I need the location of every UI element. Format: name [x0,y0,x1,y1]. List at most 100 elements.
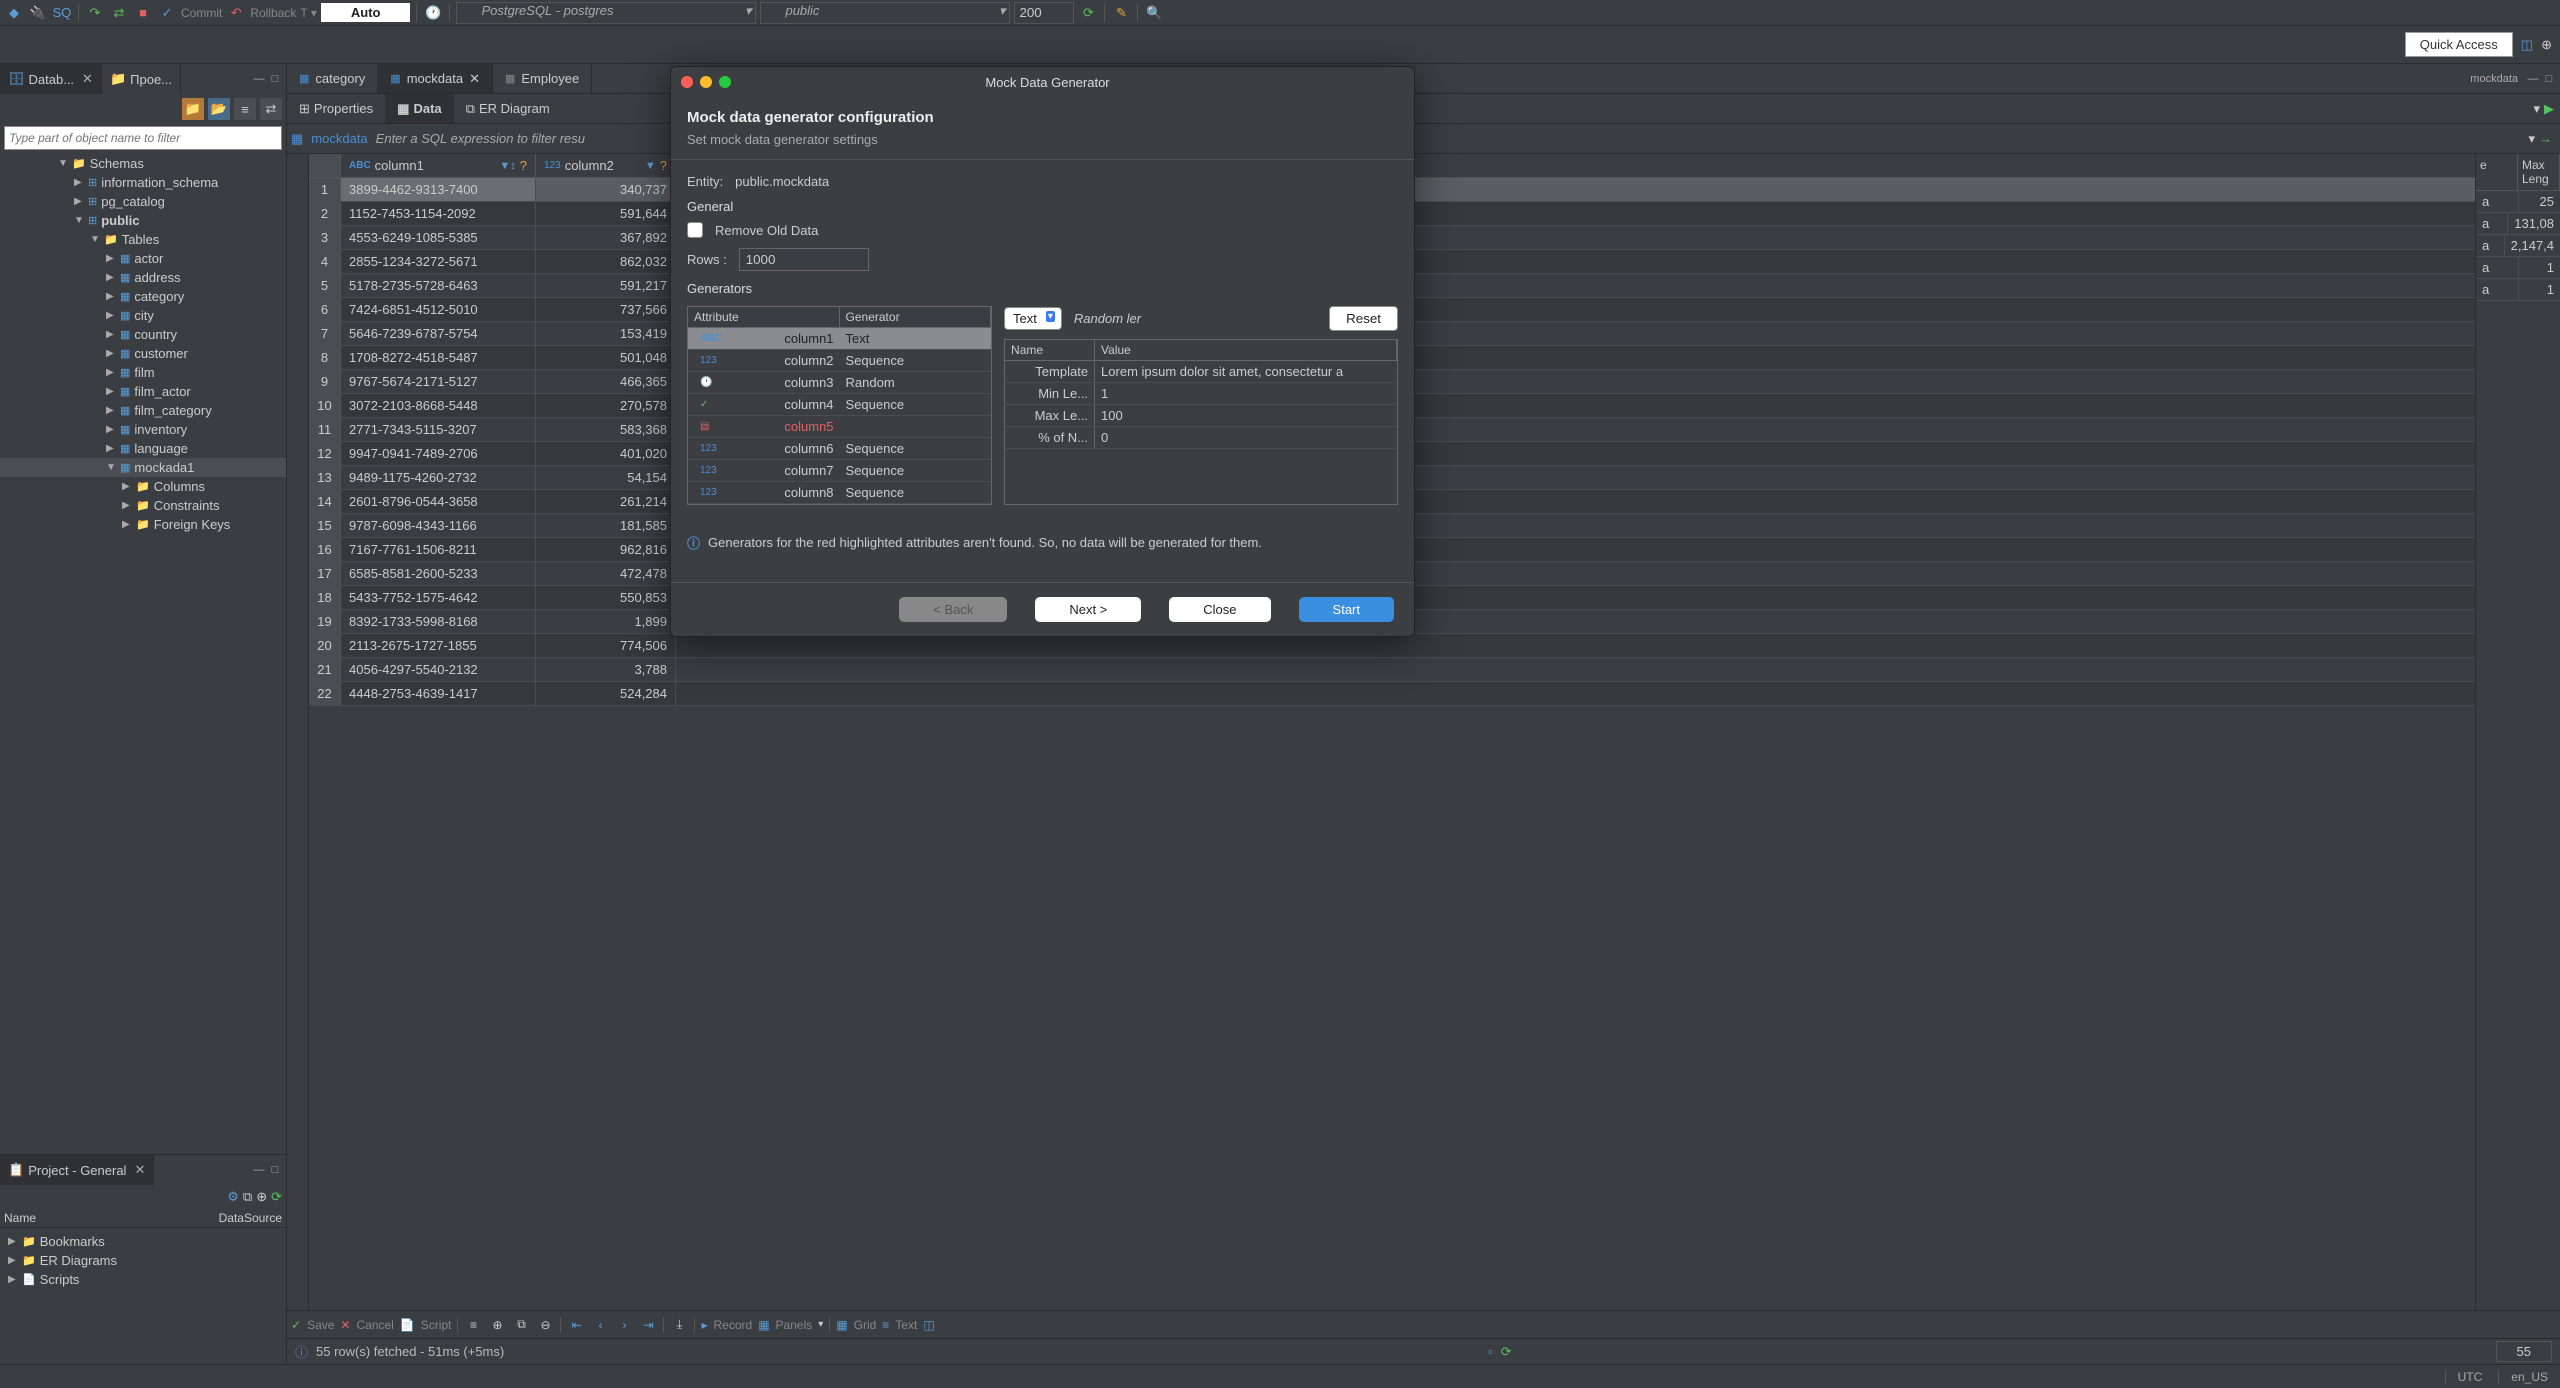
tree-pg-catalog[interactable]: ▶⊞pg_catalog [0,192,286,211]
new-conn-icon[interactable]: ◆ [4,3,24,23]
table-row[interactable]: 224448-2753-4639-1417524,284 [309,682,2475,706]
tree-table-actor[interactable]: ▶▦actor [0,249,286,268]
generator-row-column8[interactable]: 123column8Sequence [688,482,991,504]
refresh-icon2[interactable]: ⟳ [271,1189,282,1205]
rollback-label[interactable]: Rollback [250,6,296,20]
stop-icon[interactable]: ■ [133,3,153,23]
commit-icon[interactable]: ✓ [157,3,177,23]
copy-icon[interactable]: ⧉ [243,1189,252,1205]
proj-scripts[interactable]: ▶📄Scripts [4,1270,282,1289]
rows-input[interactable] [739,248,869,271]
dup-row-icon[interactable]: ⧉ [512,1316,530,1334]
generators-table[interactable]: Attribute Generator ABCcolumn1Text123col… [687,306,992,505]
add-row-icon[interactable]: ⊕ [488,1316,506,1334]
panels-icon[interactable]: ▦ [758,1318,769,1332]
generator-row-column3[interactable]: 🕐column3Random [688,372,991,394]
tab-category[interactable]: ▦category [287,64,378,93]
add-icon[interactable]: ⊕ [256,1189,267,1205]
schema-select[interactable]: public▾ [760,2,1010,24]
subtab-er[interactable]: ⧉ER Diagram [454,94,562,123]
back-button[interactable]: < Back [899,597,1007,622]
tree-table-customer[interactable]: ▶▦customer [0,344,286,363]
connection-select[interactable]: PostgreSQL - postgres▾ [456,2,756,24]
tree-info-schema[interactable]: ▶⊞information_schema [0,173,286,192]
column-header-2[interactable]: 123column2▼? [536,154,676,177]
proj-erdiagrams[interactable]: ▶📁ER Diagrams [4,1251,282,1270]
grid-vertical-tab[interactable] [287,154,309,1310]
generator-row-column4[interactable]: ✓column4Sequence [688,394,991,416]
maximize-icon[interactable]: □ [2542,72,2556,86]
tree-table-language[interactable]: ▶▦language [0,439,286,458]
tree-fkeys[interactable]: ▶📁Foreign Keys [0,515,286,534]
tree-table-category[interactable]: ▶▦category [0,287,286,306]
project-tab[interactable]: 📁 Прое... [102,64,181,94]
align-icon[interactable]: ≡ [464,1316,482,1334]
refresh-icon[interactable]: ⟳ [1078,3,1098,23]
tx-icon[interactable]: ⇄ [109,3,129,23]
prop-row[interactable]: Max Le...100 [1005,405,1397,427]
prev-icon[interactable]: ‹ [591,1316,609,1334]
text-icon[interactable]: ≡ [882,1318,889,1332]
perspective-db-icon[interactable]: ◫ [2521,37,2533,53]
project-panel-tab[interactable]: 📋 Project - General ✕ [0,1155,154,1185]
link-icon[interactable]: ⇄ [260,98,282,120]
tree-schemas[interactable]: ▼📁Schemas [0,154,286,173]
generator-row-column7[interactable]: 123column7Sequence [688,460,991,482]
run-icon[interactable]: ▶ [2544,101,2554,117]
generator-type-select[interactable]: Text [1004,307,1062,330]
proj-bookmarks[interactable]: ▶📁Bookmarks [4,1232,282,1251]
tree-table-country[interactable]: ▶▦country [0,325,286,344]
subtab-data[interactable]: ▦Data [385,94,453,123]
perspective-icon[interactable]: ⊕ [2541,37,2552,53]
search-icon2[interactable]: 🔍 [1144,3,1164,23]
rollback-icon[interactable]: ↶ [226,3,246,23]
tree-constraints[interactable]: ▶📁Constraints [0,496,286,515]
sql-filter-input[interactable]: Enter a SQL expression to filter resu [376,131,585,146]
grid-icon[interactable]: ▦ [836,1318,847,1332]
cancel-icon[interactable]: ✕ [340,1318,350,1332]
close-icon[interactable]: ✕ [134,1162,145,1178]
quick-access-button[interactable]: Quick Access [2405,32,2513,57]
minimize-icon[interactable]: — [2526,72,2540,86]
close-button[interactable]: Close [1169,597,1270,622]
refresh-count-icon[interactable]: ⟳ [1501,1344,1512,1360]
commit-label[interactable]: Commit [181,6,222,20]
generator-props-table[interactable]: Name Value TemplateLorem ipsum dolor sit… [1004,339,1398,505]
generator-row-column6[interactable]: 123column6Sequence [688,438,991,460]
arrow-icon[interactable]: ↷ [85,3,105,23]
next-button[interactable]: Next > [1035,597,1141,622]
first-icon[interactable]: ⇤ [567,1316,585,1334]
record-icon[interactable]: ▸ [701,1318,707,1332]
tree-table-inventory[interactable]: ▶▦inventory [0,420,286,439]
auto-button[interactable]: Auto [321,3,411,22]
tree-table-film[interactable]: ▶▦film [0,363,286,382]
tx-t-label[interactable]: T ▾ [300,6,316,20]
menu-icon[interactable]: ▾ [2533,101,2540,117]
tree-table-city[interactable]: ▶▦city [0,306,286,325]
folder-plus-icon[interactable]: 📁 [182,98,204,120]
minimize-window-icon[interactable] [700,76,712,88]
export-icon[interactable]: ⤓ [670,1316,688,1334]
subtab-properties[interactable]: ⊞Properties [287,94,385,123]
prop-row[interactable]: Min Le...1 [1005,383,1397,405]
note-icon[interactable]: ≡ [234,98,256,120]
close-icon[interactable]: ✕ [82,71,93,87]
database-tab[interactable]: 🗄 Datab... ✕ [0,64,102,94]
del-row-icon[interactable]: ⊖ [536,1316,554,1334]
folder-icon[interactable]: 📂 [208,98,230,120]
plug-icon[interactable]: 🔌 [28,3,48,23]
generator-row-column2[interactable]: 123column2Sequence [688,350,991,372]
reset-button[interactable]: Reset [1329,306,1398,331]
close-icon[interactable]: ✕ [469,71,480,87]
prop-row[interactable]: TemplateLorem ipsum dolor sit amet, cons… [1005,361,1397,383]
tree-table-film_category[interactable]: ▶▦film_category [0,401,286,420]
tree-mockada1[interactable]: ▼▦mockada1 [0,458,286,477]
pencil-icon[interactable]: ✎ [1111,3,1131,23]
tree-filter-input[interactable] [4,126,282,150]
minimize-icon[interactable]: — [252,1163,266,1177]
tab-mockdata[interactable]: ▦mockdata✕ [378,64,493,93]
save-icon[interactable]: ✓ [291,1318,301,1332]
prop-row[interactable]: % of N...0 [1005,427,1397,449]
gear-icon[interactable]: ⚙ [227,1189,239,1205]
script-icon[interactable]: 📄 [400,1318,415,1332]
